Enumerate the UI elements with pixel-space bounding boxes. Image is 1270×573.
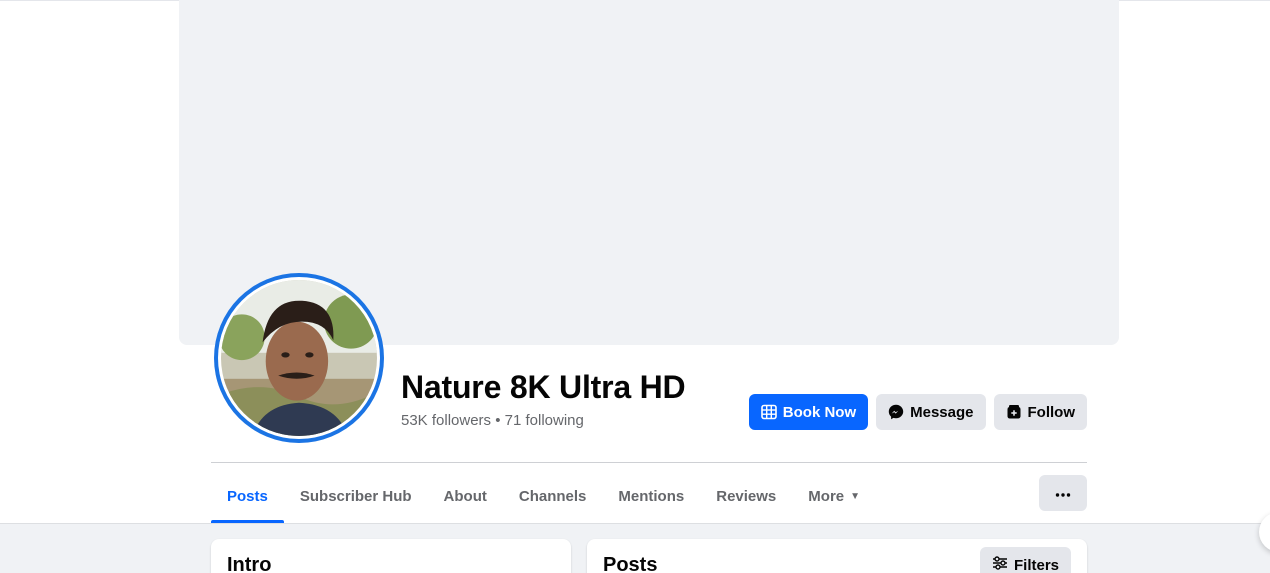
profile-photo-image — [221, 280, 377, 436]
stats-separator: • — [491, 412, 505, 429]
filters-label: Filters — [1013, 556, 1059, 573]
message-button[interactable]: Message — [876, 394, 986, 430]
person-photo-icon — [221, 280, 377, 436]
follow-label: Follow — [1027, 403, 1076, 421]
tab-more[interactable]: More ▼ — [792, 469, 876, 523]
tab-channels[interactable]: Channels — [503, 469, 603, 523]
tab-posts[interactable]: Posts — [211, 469, 284, 523]
followers-link[interactable]: 53K followers — [401, 412, 491, 429]
page-title: Nature 8K Ultra HD — [401, 369, 686, 405]
posts-card: Posts Filters — [587, 539, 1087, 573]
header-divider — [211, 462, 1087, 463]
more-options-button[interactable] — [1039, 475, 1087, 511]
messenger-icon — [888, 404, 904, 420]
follow-button[interactable]: Follow — [993, 394, 1087, 430]
follow-icon — [1006, 404, 1022, 420]
profile-picture[interactable] — [214, 273, 384, 443]
book-now-label: Book Now — [782, 403, 857, 421]
caret-down-icon: ▼ — [850, 490, 861, 502]
calendar-grid-icon — [760, 404, 777, 420]
book-now-button[interactable]: Book Now — [748, 394, 869, 430]
following-link[interactable]: 71 following — [505, 412, 584, 429]
tab-reviews[interactable]: Reviews — [700, 469, 792, 523]
tab-about[interactable]: About — [428, 469, 503, 523]
sliders-icon — [992, 555, 1008, 573]
page-root: Nature 8K Ultra HD 53K followers • 71 fo… — [0, 0, 1270, 573]
ellipsis-icon — [1055, 484, 1071, 502]
message-label: Message — [910, 403, 974, 421]
posts-title: Posts — [603, 554, 658, 573]
tab-subscriber-hub[interactable]: Subscriber Hub — [284, 469, 428, 523]
filters-button[interactable]: Filters — [979, 547, 1071, 573]
follower-stats: 53K followers • 71 following — [401, 412, 584, 429]
intro-title: Intro — [227, 554, 272, 573]
intro-card: Intro — [211, 539, 571, 573]
tab-mentions[interactable]: Mentions — [602, 469, 700, 523]
page-actions: Book Now Message Follow — [748, 394, 1087, 430]
profile-tabs: Posts Subscriber Hub About Channels Ment… — [211, 469, 876, 523]
